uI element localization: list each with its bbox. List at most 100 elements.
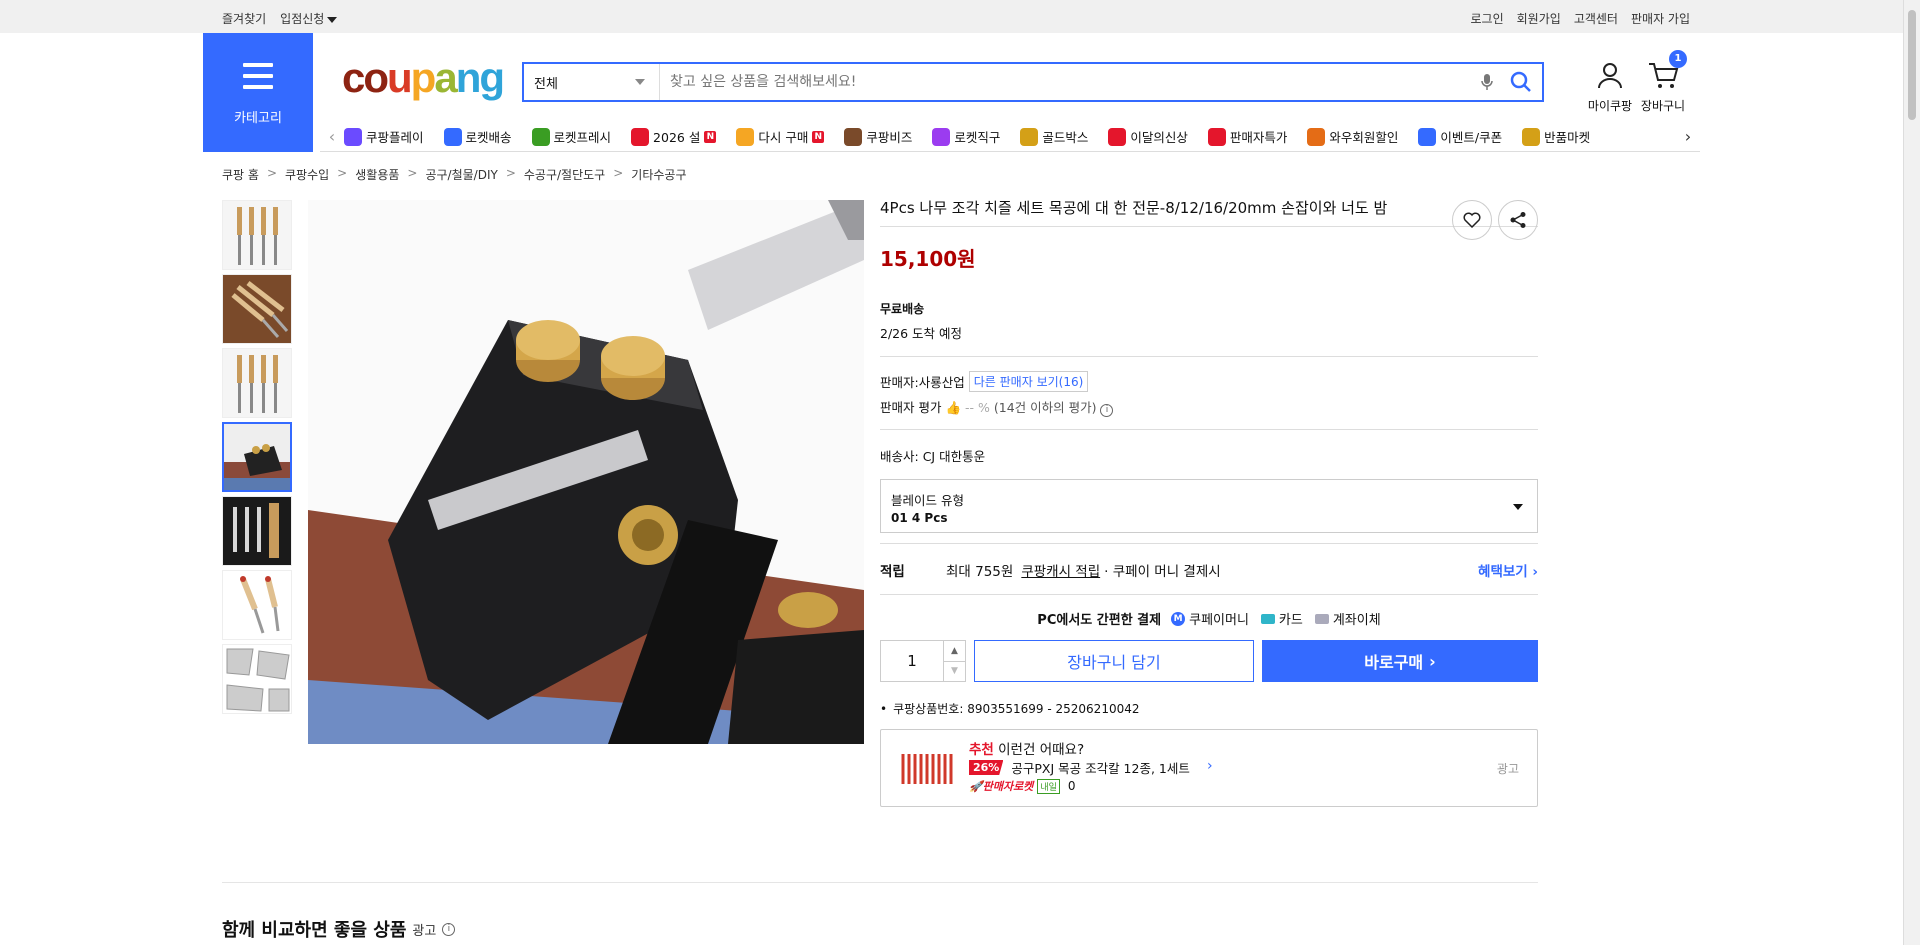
nav-item[interactable]: 이달의신상: [1108, 127, 1188, 146]
product-title: 4Pcs 나무 조각 치즐 세트 목공에 대 한 전문-8/12/16/20mm…: [880, 199, 1388, 217]
nav-item-icon: [1307, 127, 1326, 146]
seller-signup-link[interactable]: 판매자 가입: [1631, 10, 1690, 27]
reward-row: 적립 최대 755원 쿠팡캐시 적립 · 쿠페이 머니 결제시 혜택보기 ›: [880, 560, 1538, 580]
breadcrumb-item[interactable]: 쿠팡수입: [285, 166, 329, 183]
category-nav: ‹ 쿠팡플레이 로켓배송 로켓프레시 2026 설 N 다시 구매 N 쿠팡비즈 로켓직구 골드박…: [320, 122, 1700, 152]
thumbnail-active[interactable]: [222, 422, 292, 492]
coupang-logo[interactable]: coupang: [342, 54, 505, 102]
breadcrumb-item[interactable]: 공구/철물/DIY: [425, 166, 497, 183]
breadcrumb-item[interactable]: 수공구/절단도구: [524, 166, 605, 183]
page-scrollbar[interactable]: [1903, 0, 1920, 945]
add-to-cart-button[interactable]: 장바구니 담기: [974, 640, 1254, 682]
quantity-up-icon[interactable]: ▲: [944, 641, 965, 661]
customer-center-link[interactable]: 고객센터: [1574, 10, 1618, 27]
nav-item-icon: [443, 127, 462, 146]
breadcrumb-separator-icon: >: [505, 166, 516, 180]
nav-item[interactable]: 이벤트/쿠폰: [1418, 127, 1502, 146]
thumbnail[interactable]: [222, 570, 292, 640]
nav-item[interactable]: 골드박스: [1020, 127, 1088, 146]
nav-item-icon: [344, 127, 362, 146]
microphone-icon[interactable]: [1480, 73, 1494, 91]
nav-item[interactable]: 쿠팡비즈: [844, 127, 912, 146]
new-badge: N: [812, 130, 825, 143]
nav-item-icon: [844, 127, 863, 146]
seller-rocket-badge: 🚀판매자로켓: [969, 780, 1034, 793]
thumbnail[interactable]: [222, 496, 292, 566]
share-icon: [1510, 212, 1526, 228]
thumbnail[interactable]: [222, 200, 292, 270]
chevron-down-icon: [1513, 504, 1523, 510]
breadcrumb-item[interactable]: 쿠팡 홈: [222, 166, 259, 183]
nav-item[interactable]: 쿠팡플레이: [344, 127, 424, 146]
nav-item-icon: [1207, 127, 1226, 146]
product-info: 4Pcs 나무 조각 치즐 세트 목공에 대 한 전문-8/12/16/20mm…: [880, 198, 1538, 807]
hamburger-icon: [243, 63, 273, 96]
other-sellers-button[interactable]: 다른 판매자 보기(16): [968, 371, 1089, 392]
breadcrumb-item[interactable]: 생활용품: [355, 166, 399, 183]
quantity-stepper: 1 ▲ ▼: [880, 640, 966, 682]
breadcrumb-item[interactable]: 기타수공구: [631, 166, 686, 183]
nav-item[interactable]: 로켓배송: [443, 127, 512, 146]
category-button[interactable]: 카테고리: [203, 33, 313, 152]
carrier: 배송사: CJ 대한통운: [880, 449, 986, 464]
login-link[interactable]: 로그인: [1471, 10, 1504, 27]
info-icon[interactable]: i: [442, 922, 456, 936]
search-input[interactable]: [660, 74, 1480, 90]
thumbnail[interactable]: [222, 348, 292, 418]
seller-name: 사룡산업: [918, 375, 965, 390]
search-bar: 전체: [522, 62, 1544, 102]
seller-rating: 판매자 평가 👍 -- % (14건 이하의 평가) i: [880, 397, 1538, 417]
quantity-down-icon[interactable]: ▼: [944, 660, 965, 682]
buy-now-button[interactable]: 바로구매 ›: [1262, 640, 1538, 682]
recommend-box[interactable]: 추천 이런건 어때요? 26% 공구PXJ 목공 조각칼 12종, 1세트 › 🚀…: [880, 729, 1538, 807]
cart-button[interactable]: 1 장바구니: [1633, 50, 1693, 114]
my-coupang-button[interactable]: 마이쿠팡: [1580, 60, 1640, 114]
nav-item-icon: [531, 127, 550, 146]
caret-down-icon: [327, 16, 338, 23]
nav-item[interactable]: 로켓프레시: [531, 127, 611, 146]
ad-label: 광고: [1496, 762, 1519, 776]
info-icon[interactable]: i: [1100, 404, 1114, 417]
search-category-select[interactable]: 전체: [524, 64, 660, 100]
nav-item[interactable]: 판매자특가: [1207, 127, 1287, 146]
coupang-cash-link[interactable]: 쿠팡캐시 적립: [1021, 560, 1100, 580]
nav-item-icon: [1418, 127, 1437, 146]
thumbnail[interactable]: [222, 644, 292, 714]
nav-item[interactable]: 다시 구매 N: [736, 127, 825, 146]
signup-link[interactable]: 회원가입: [1517, 10, 1561, 27]
top-utility-bar: 즐겨찾기 입점신청 로그인 회원가입 고객센터 판매자 가입: [0, 0, 1920, 33]
search-icon[interactable]: [1510, 71, 1532, 93]
breadcrumb-separator-icon: >: [613, 166, 624, 180]
product-id: • 쿠팡상품번호: 8903551699 - 25206210042: [880, 702, 1140, 716]
nav-item[interactable]: 로켓직구: [932, 127, 1000, 146]
chevron-right-icon: ›: [1429, 651, 1436, 671]
benefits-link[interactable]: 혜택보기 ›: [1478, 560, 1538, 580]
compare-section-title: 함께 비교하면 좋을 상품 광고 i: [222, 916, 456, 942]
nav-next-icon[interactable]: ›: [1676, 127, 1700, 146]
new-badge: N: [704, 130, 717, 143]
breadcrumb-separator-icon: >: [266, 166, 277, 180]
recommend-product-image: [901, 754, 953, 784]
seller-apply-link[interactable]: 입점신청: [280, 10, 338, 27]
nav-item[interactable]: 반품마켓: [1522, 127, 1590, 146]
nav-item[interactable]: 와우회원할인: [1307, 127, 1398, 146]
option-select[interactable]: 블레이드 유형 01 4 Pcs: [880, 479, 1538, 533]
thumbnail[interactable]: [222, 274, 292, 344]
chevron-right-icon[interactable]: ›: [1207, 758, 1213, 774]
recommend-product-name: 공구PXJ 목공 조각칼 12종, 1세트: [1011, 761, 1190, 776]
thumbnail-list: [222, 200, 294, 718]
cart-count-badge: 1: [1669, 50, 1687, 68]
breadcrumb-separator-icon: >: [337, 166, 348, 180]
share-button[interactable]: [1498, 200, 1538, 240]
nav-prev-icon[interactable]: ‹: [320, 127, 344, 146]
nav-item-icon: [736, 127, 755, 146]
bookmark-link[interactable]: 즐겨찾기: [222, 10, 266, 27]
nav-item-icon: [1020, 127, 1039, 146]
nav-item-icon: [932, 127, 951, 146]
chevron-down-icon: [635, 79, 645, 85]
wishlist-button[interactable]: [1452, 200, 1492, 240]
nav-item-icon: [631, 127, 650, 146]
nav-item[interactable]: 2026 설N: [631, 127, 717, 146]
product-main-image[interactable]: [308, 200, 864, 744]
quantity-input[interactable]: 1: [881, 641, 943, 681]
